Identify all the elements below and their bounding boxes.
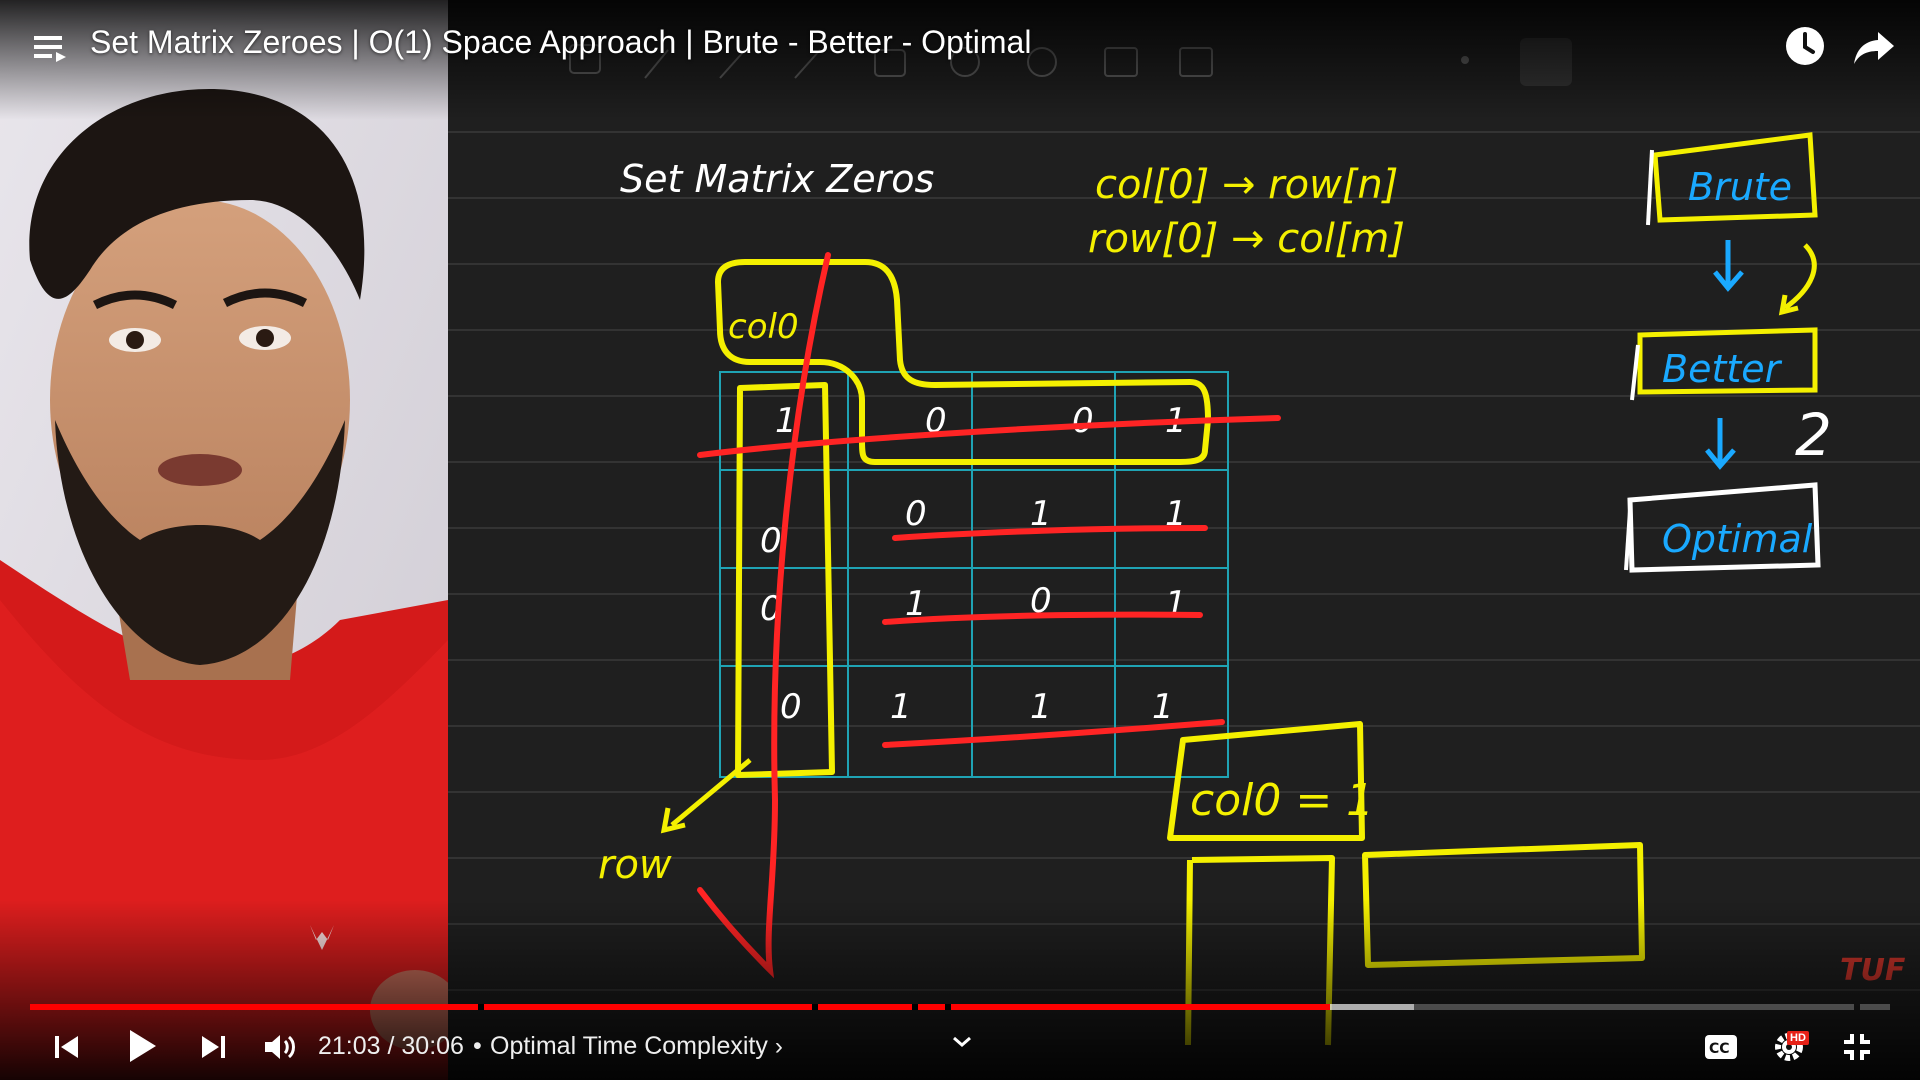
chapter-divider [812, 1004, 818, 1010]
video-player[interactable]: Set Matrix Zeros col[0] → row[n] row[0] … [0, 0, 1920, 1080]
approach-better: Better [1662, 347, 1783, 391]
next-icon[interactable] [196, 1030, 230, 1064]
hd-badge: HD [1787, 1031, 1809, 1045]
channel-watermark: TUF [1840, 953, 1906, 988]
chapter-divider [912, 1004, 918, 1010]
mapping-line-2: row[0] → col[m] [1088, 216, 1405, 262]
matrix-cell: 1 [1165, 584, 1187, 624]
volume-icon[interactable] [262, 1030, 300, 1064]
captions-icon[interactable]: CC [1704, 1034, 1738, 1060]
play-icon[interactable] [122, 1026, 162, 1066]
exit-fullscreen-icon[interactable] [1840, 1030, 1874, 1064]
chapter-divider [478, 1004, 484, 1010]
matrix-cell: 0 [905, 494, 927, 534]
presenter-video [0, 0, 448, 1080]
row-label: row [598, 842, 672, 888]
col0-tag: col0 [728, 307, 799, 347]
step-number: 2 [1795, 401, 1832, 469]
matrix-cell: 1 [890, 687, 912, 727]
chapter-title: Optimal Time Complexity [490, 1032, 768, 1060]
time-display: 21:03 / 30:06 [318, 1032, 464, 1060]
matrix-cell: 0 [780, 687, 802, 727]
whiteboard: Set Matrix Zeros col[0] → row[n] row[0] … [448, 0, 1920, 1080]
share-icon[interactable] [1852, 26, 1896, 70]
matrix-cell: 1 [1152, 687, 1174, 727]
playlist-menu-icon[interactable] [30, 28, 70, 68]
chevron-right-icon: › [774, 1033, 783, 1060]
board-heading: Set Matrix Zeros [620, 157, 934, 201]
progress-bar[interactable] [30, 1004, 1890, 1010]
matrix-cell: 1 [1030, 687, 1052, 727]
mapping-line-1: col[0] → row[n] [1095, 162, 1398, 208]
chevron-down-icon[interactable] [948, 1032, 976, 1052]
chapter-title-button[interactable]: Optimal Time Complexity › [490, 1032, 783, 1061]
watch-later-icon[interactable] [1783, 24, 1827, 68]
svg-text:CC: CC [1709, 1041, 1730, 1057]
chapter-separator: • [473, 1032, 482, 1060]
col0-equals-label: col0 = 1 [1190, 775, 1374, 826]
buffered-bar [1330, 1004, 1414, 1010]
approach-brute: Brute [1688, 165, 1792, 209]
played-bar [30, 1004, 1330, 1010]
chapter-segment[interactable] [1860, 1004, 1890, 1010]
approach-optimal: Optimal [1662, 517, 1813, 561]
chapter-divider [945, 1004, 951, 1010]
matrix-cell: 0 [1072, 401, 1094, 441]
video-title[interactable]: Set Matrix Zeroes | O(1) Space Approach … [90, 24, 1031, 61]
matrix-cell: 0 [760, 521, 782, 561]
previous-icon[interactable] [50, 1030, 84, 1064]
video-frame[interactable]: Set Matrix Zeros col[0] → row[n] row[0] … [0, 0, 1920, 1080]
